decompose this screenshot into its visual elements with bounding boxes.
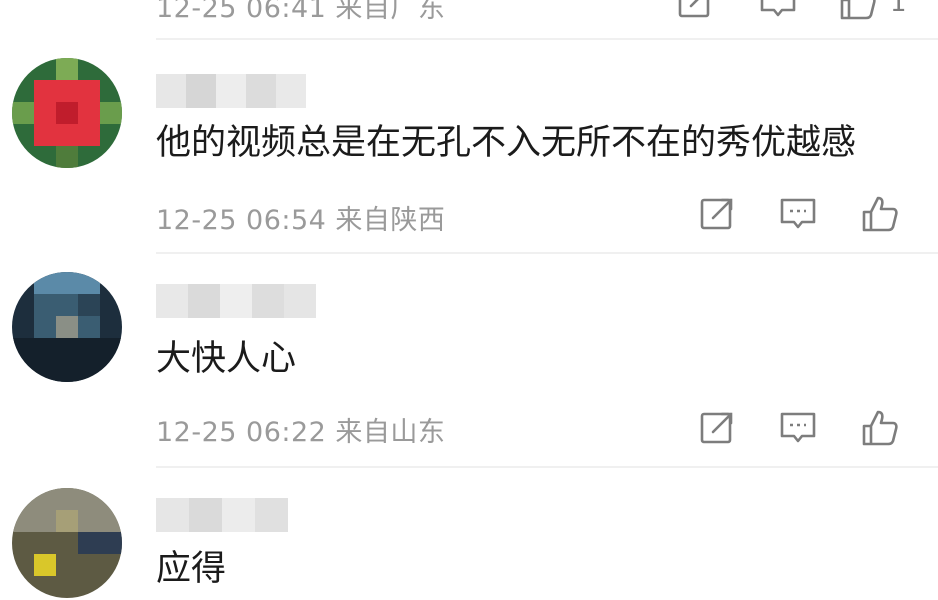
comment-item: 大快人心 12-25 06:22 来自山东: [0, 254, 938, 468]
partial-comment: 12-25 06:41 来自广东 1: [0, 0, 938, 40]
share-button[interactable]: [698, 194, 738, 234]
like-button[interactable]: [838, 0, 878, 22]
comment-text: 大快人心: [156, 339, 297, 379]
comment-icon: [780, 412, 816, 443]
comment-meta: 12-25 06:54 来自陕西: [156, 205, 446, 236]
comment-meta: 12-25 06:22 来自山东: [156, 417, 446, 448]
comment-text: 应得: [156, 549, 227, 589]
avatar[interactable]: [12, 272, 122, 382]
share-icon: [700, 412, 733, 444]
share-icon: [678, 0, 710, 18]
like-count: 1: [890, 0, 907, 18]
comment-button[interactable]: [778, 408, 818, 448]
comment-icon: [760, 0, 796, 17]
like-icon: [862, 410, 898, 446]
like-icon: [862, 196, 898, 232]
share-button[interactable]: [676, 0, 716, 22]
like-button[interactable]: [860, 408, 900, 448]
username-blurred[interactable]: [156, 498, 288, 532]
username-blurred[interactable]: [156, 284, 316, 318]
like-button[interactable]: [860, 194, 900, 234]
comment-item: 他的视频总是在无孔不入无所不在的秀优越感 12-25 06:54 来自陕西: [0, 40, 938, 254]
username-blurred[interactable]: [156, 74, 306, 108]
like-icon: [840, 0, 876, 20]
comment-button[interactable]: [778, 194, 818, 234]
share-button[interactable]: [698, 408, 738, 448]
comment-button[interactable]: [758, 0, 798, 22]
comment-meta: 12-25 06:41 来自广东: [156, 0, 446, 24]
share-icon: [700, 198, 733, 230]
avatar[interactable]: [12, 58, 122, 168]
comment-item: 应得: [0, 468, 938, 600]
comment-text: 他的视频总是在无孔不入无所不在的秀优越感: [156, 123, 857, 163]
comment-icon: [780, 198, 816, 229]
avatar[interactable]: [12, 488, 122, 598]
